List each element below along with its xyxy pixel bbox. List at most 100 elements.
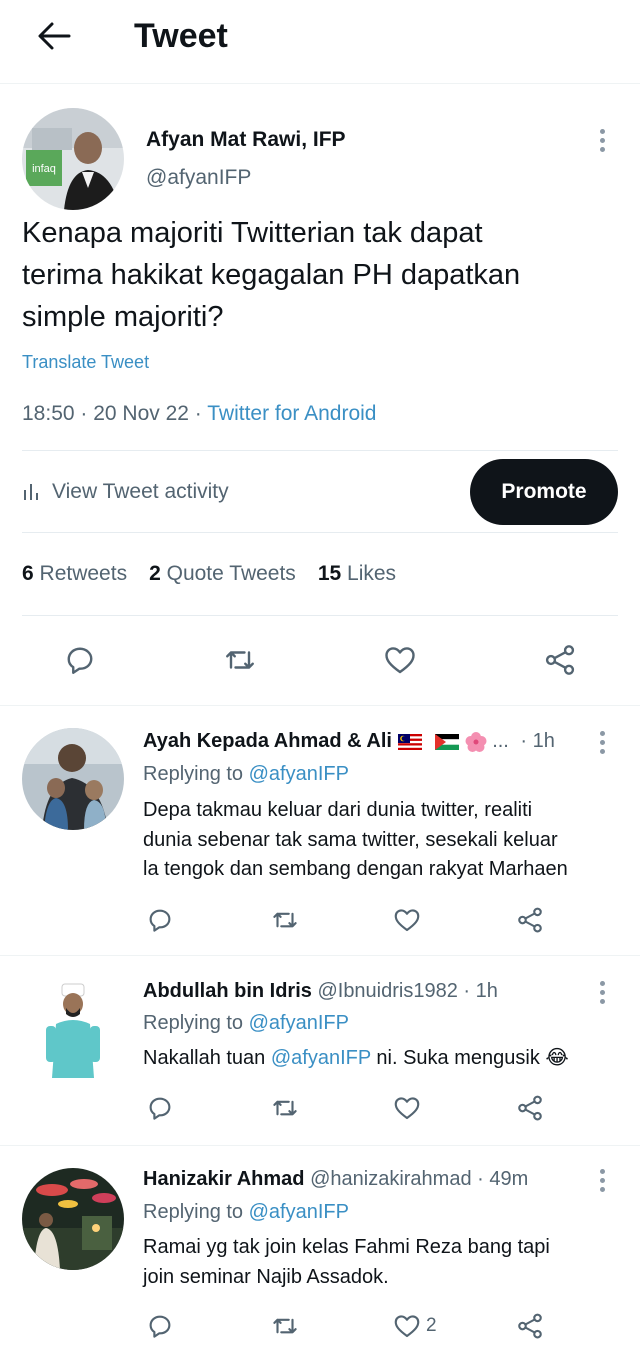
retweet-button[interactable] xyxy=(270,904,300,936)
back-button[interactable] xyxy=(32,14,76,58)
reply-icon xyxy=(149,909,171,932)
name-truncation: ... xyxy=(492,730,509,752)
tweet-actions xyxy=(0,640,640,684)
reply-author-name[interactable]: Abdullah bin Idris xyxy=(143,980,312,1002)
main-tweet: infaq Afyan Mat Rawi, IFP @afyanIFP Kena… xyxy=(0,84,640,706)
promote-button[interactable]: Promote xyxy=(470,459,618,525)
reply-icon xyxy=(67,647,93,674)
reply-time: · 1h xyxy=(463,980,498,1002)
share-icon xyxy=(545,645,575,675)
reply-actions xyxy=(0,904,640,936)
more-vertical-icon xyxy=(599,730,605,736)
heart-icon xyxy=(394,909,420,932)
share-icon xyxy=(518,1313,542,1339)
share-button[interactable] xyxy=(540,640,580,680)
reply-header: Abdullah bin Idris @Ibnuidris1982 · 1h xyxy=(143,980,498,1003)
retweet-button[interactable] xyxy=(220,640,260,680)
back-arrow-icon xyxy=(38,22,71,50)
like-button[interactable] xyxy=(380,640,420,680)
replying-to: Replying to @afyanIFP xyxy=(143,1201,349,1223)
likes-stat[interactable]: 15 Likes xyxy=(318,562,396,586)
replying-to: Replying to @afyanIFP xyxy=(143,763,349,785)
reply-tweet[interactable]: Abdullah bin Idris @Ibnuidris1982 · 1h R… xyxy=(0,956,640,1146)
reply-time: · 49m xyxy=(477,1168,529,1190)
retweet-icon xyxy=(273,1318,297,1334)
reply-actions: 2 xyxy=(0,1310,640,1342)
more-vertical-icon xyxy=(599,980,605,986)
reply-button[interactable] xyxy=(60,640,100,680)
page-title: Tweet xyxy=(134,17,228,55)
divider xyxy=(22,615,618,616)
share-button[interactable] xyxy=(515,904,545,936)
laughing-emoji: 😂 xyxy=(545,1047,569,1069)
reply-author-name[interactable]: Hanizakir Ahmad xyxy=(143,1168,305,1190)
author-name[interactable]: Afyan Mat Rawi, IFP xyxy=(146,128,346,152)
mention-link[interactable]: @afyanIFP xyxy=(249,1012,349,1034)
reply-author-handle[interactable]: @Ibnuidris1982 xyxy=(317,980,457,1002)
heart-icon xyxy=(394,1315,420,1338)
reply-text: Nakallah tuan @afyanIFP ni. Suka mengusi… xyxy=(143,1047,569,1069)
tweet-stats: 6 Retweets 2 Quote Tweets 15 Likes xyxy=(22,562,396,586)
reply-tweet[interactable]: Hanizakir Ahmad @hanizakirahmad · 49m Re… xyxy=(0,1146,640,1362)
reply-time: · 1h xyxy=(520,730,555,752)
mention-link[interactable]: @afyanIFP xyxy=(249,763,349,785)
tweet-meta: 18:50 · 20 Nov 22 · Twitter for Android xyxy=(22,402,376,426)
retweet-icon xyxy=(273,1100,297,1116)
avatar-badge-text: infaq xyxy=(32,163,56,175)
divider xyxy=(22,450,618,451)
author-handle[interactable]: @afyanIFP xyxy=(146,166,251,190)
more-options-button[interactable] xyxy=(588,124,616,156)
share-button[interactable] xyxy=(515,1092,545,1124)
avatar[interactable] xyxy=(22,978,124,1080)
share-icon xyxy=(518,1095,542,1121)
mention-link[interactable]: @afyanIFP xyxy=(271,1047,371,1069)
bar-chart-icon xyxy=(24,484,38,500)
like-button[interactable] xyxy=(392,1092,426,1124)
reply-button[interactable] xyxy=(145,1092,175,1124)
tweet-text: Kenapa majoriti Twitterian tak dapat ter… xyxy=(22,217,521,333)
retweet-icon xyxy=(226,651,254,669)
translate-tweet-link[interactable]: Translate Tweet xyxy=(22,352,149,373)
retweets-stat[interactable]: 6 Retweets xyxy=(22,562,127,586)
reply-header: Ayah Kepada Ahmad & Ali ... · 1h xyxy=(143,730,555,753)
more-options-button[interactable] xyxy=(590,1166,614,1194)
tweet-source-link[interactable]: Twitter for Android xyxy=(207,402,376,425)
retweet-button[interactable] xyxy=(270,1310,300,1342)
reply-button[interactable] xyxy=(145,904,175,936)
reply-tweet[interactable]: Ayah Kepada Ahmad & Ali ... · 1h Replyin… xyxy=(0,706,640,956)
reply-text: Ramai yg tak join kelas Fahmi Reza bang … xyxy=(143,1236,550,1288)
palestine-flag-icon xyxy=(435,733,460,750)
retweet-icon xyxy=(273,912,297,928)
heart-icon xyxy=(394,1097,420,1120)
like-button[interactable]: 2 xyxy=(392,1310,437,1342)
like-count: 2 xyxy=(426,1315,437,1336)
reply-author-name[interactable]: Ayah Kepada Ahmad & Ali xyxy=(143,730,392,752)
share-button[interactable] xyxy=(515,1310,545,1342)
view-activity-link[interactable]: View Tweet activity xyxy=(22,477,229,507)
retweet-button[interactable] xyxy=(270,1092,300,1124)
divider xyxy=(22,532,618,533)
like-button[interactable] xyxy=(392,904,426,936)
replying-to: Replying to @afyanIFP xyxy=(143,1012,349,1034)
view-activity-label: View Tweet activity xyxy=(52,480,229,503)
more-options-button[interactable] xyxy=(590,978,614,1006)
tweet-timestamp: 18:50 · 20 Nov 22 · xyxy=(22,402,208,425)
reply-actions xyxy=(0,1092,640,1124)
more-vertical-icon xyxy=(599,128,605,134)
hibiscus-icon xyxy=(465,731,487,752)
reply-author-handle[interactable]: @hanizakirahmad xyxy=(310,1168,472,1190)
more-options-button[interactable] xyxy=(590,728,614,756)
reply-button[interactable] xyxy=(145,1310,175,1342)
more-vertical-icon xyxy=(599,1168,605,1174)
reply-icon xyxy=(149,1315,171,1338)
malaysia-flag-icon xyxy=(397,733,422,750)
mention-link[interactable]: @afyanIFP xyxy=(249,1201,349,1223)
quote-tweets-stat[interactable]: 2 Quote Tweets xyxy=(149,562,296,586)
share-icon xyxy=(518,907,542,933)
top-bar: Tweet xyxy=(0,0,640,84)
reply-icon xyxy=(149,1097,171,1120)
avatar[interactable]: infaq xyxy=(22,108,124,210)
avatar[interactable] xyxy=(22,1168,124,1270)
reply-header: Hanizakir Ahmad @hanizakirahmad · 49m xyxy=(143,1168,528,1191)
avatar[interactable] xyxy=(22,728,124,830)
